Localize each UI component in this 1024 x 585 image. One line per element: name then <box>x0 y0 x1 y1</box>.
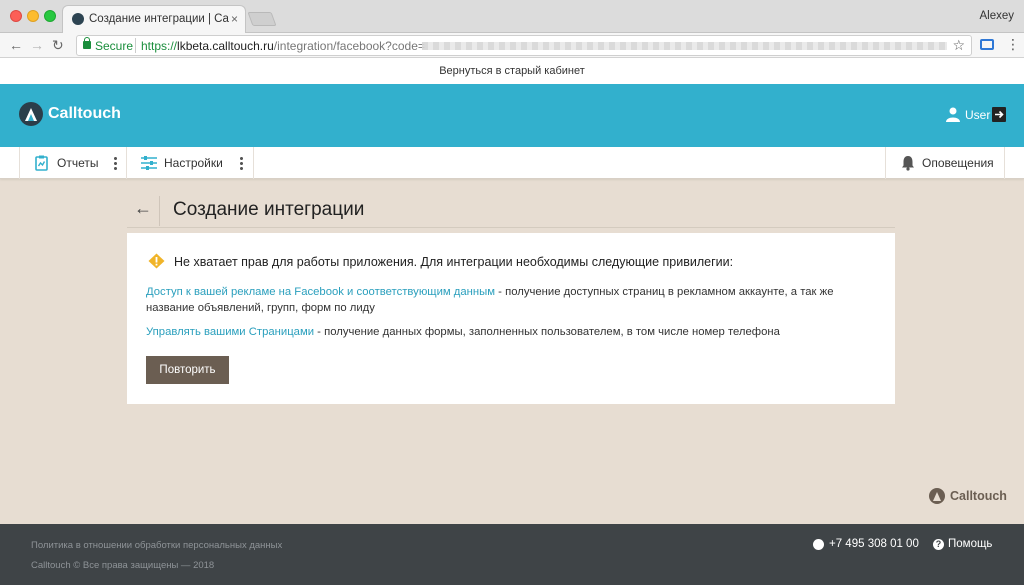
secure-label: Secure <box>95 39 134 53</box>
minimize-window-button[interactable] <box>27 10 39 22</box>
page-title: Создание интеграции <box>173 199 365 220</box>
url-text: https://lkbeta.calltouch.ru/integration/… <box>141 39 425 53</box>
zoom-window-button[interactable] <box>44 10 56 22</box>
url-host: lkbeta.calltouch.ru <box>177 39 274 53</box>
back-arrow-icon[interactable]: ← <box>134 198 156 219</box>
sliders-icon <box>141 156 157 170</box>
forward-icon[interactable]: → <box>30 37 44 53</box>
clipboard-chart-icon <box>35 155 48 171</box>
user-icon[interactable] <box>946 107 960 122</box>
site-header <box>0 84 1024 147</box>
address-bar[interactable]: Secure https://lkbeta.calltouch.ru/integ… <box>76 35 972 56</box>
address-divider <box>135 38 136 53</box>
permission-pages-desc: - получение данных формы, заполненных по… <box>314 326 780 338</box>
nav-notifications[interactable]: Оповещения <box>885 147 1005 179</box>
brand-logo-text[interactable]: Calltouch <box>48 105 121 123</box>
title-underline <box>127 227 895 228</box>
main-navbar: Отчеты Настройки Оповещения <box>0 147 1024 179</box>
phone-icon <box>813 539 824 550</box>
lock-icon <box>83 37 91 49</box>
browser-toolbar: ← → ↻ Secure https://lkbeta.calltouch.ru… <box>0 33 1024 58</box>
browser-tab[interactable]: Создание интеграции | Calltouch × <box>62 5 246 33</box>
reload-icon[interactable]: ↻ <box>52 37 64 54</box>
tab-title: Создание интеграции | Calltouch <box>89 13 229 25</box>
tab-close-icon[interactable]: × <box>231 12 238 26</box>
warning-message: Не хватает прав для работы приложения. Д… <box>174 255 734 269</box>
help-icon: ? <box>933 539 944 550</box>
privacy-policy-link[interactable]: Политика в отношении обработки персональ… <box>31 540 282 551</box>
permission-pages-link[interactable]: Управлять вашими Страницами <box>146 326 314 338</box>
title-divider <box>159 196 160 226</box>
bookmark-star-icon[interactable]: ☆ <box>952 37 965 54</box>
permission-item: Доступ к вашей рекламе на Facebook и соо… <box>146 284 866 316</box>
footer-calltouch-logo-icon <box>929 488 945 504</box>
user-menu-label[interactable]: User <box>965 108 990 122</box>
warning-icon <box>148 253 165 269</box>
footer-phone[interactable]: +7 495 308 01 00 <box>829 538 919 550</box>
back-icon[interactable]: ← <box>9 37 23 53</box>
nav-reports-label: Отчеты <box>57 156 99 170</box>
copyright-text: Calltouch © Все права защищены — 2018 <box>31 560 215 571</box>
url-scheme: https:// <box>141 39 178 53</box>
settings-more-icon[interactable] <box>240 156 243 171</box>
nav-notifications-label: Оповещения <box>922 156 994 170</box>
footer-brand-text: Calltouch <box>950 489 1007 503</box>
help-link[interactable]: Помощь <box>948 538 992 550</box>
browser-menu-icon[interactable]: ⋮ <box>1006 36 1020 53</box>
bell-icon <box>902 156 914 171</box>
retry-button[interactable]: Повторить <box>146 356 229 384</box>
old-cabinet-link[interactable]: Вернуться в старый кабинет <box>0 58 1024 84</box>
calltouch-logo-icon[interactable] <box>19 102 43 126</box>
redacted-url-code <box>422 42 947 50</box>
calltouch-favicon-icon <box>72 13 84 25</box>
permission-item: Управлять вашими Страницами - получение … <box>146 324 866 340</box>
cast-icon[interactable] <box>980 39 994 50</box>
site-footer <box>0 524 1024 585</box>
browser-tab-strip: Создание интеграции | Calltouch × Alexey <box>0 0 1024 33</box>
url-path: /integration/facebook?code= <box>273 39 425 53</box>
profile-name[interactable]: Alexey <box>979 10 1014 22</box>
reports-more-icon[interactable] <box>114 156 117 171</box>
logout-icon[interactable] <box>992 107 1006 122</box>
nav-settings[interactable]: Настройки <box>127 147 254 179</box>
nav-reports[interactable]: Отчеты <box>19 147 127 179</box>
permission-ads-link[interactable]: Доступ к вашей рекламе на Facebook и соо… <box>146 286 495 298</box>
new-tab-button[interactable] <box>247 12 277 26</box>
close-window-button[interactable] <box>10 10 22 22</box>
nav-settings-label: Настройки <box>164 156 223 170</box>
